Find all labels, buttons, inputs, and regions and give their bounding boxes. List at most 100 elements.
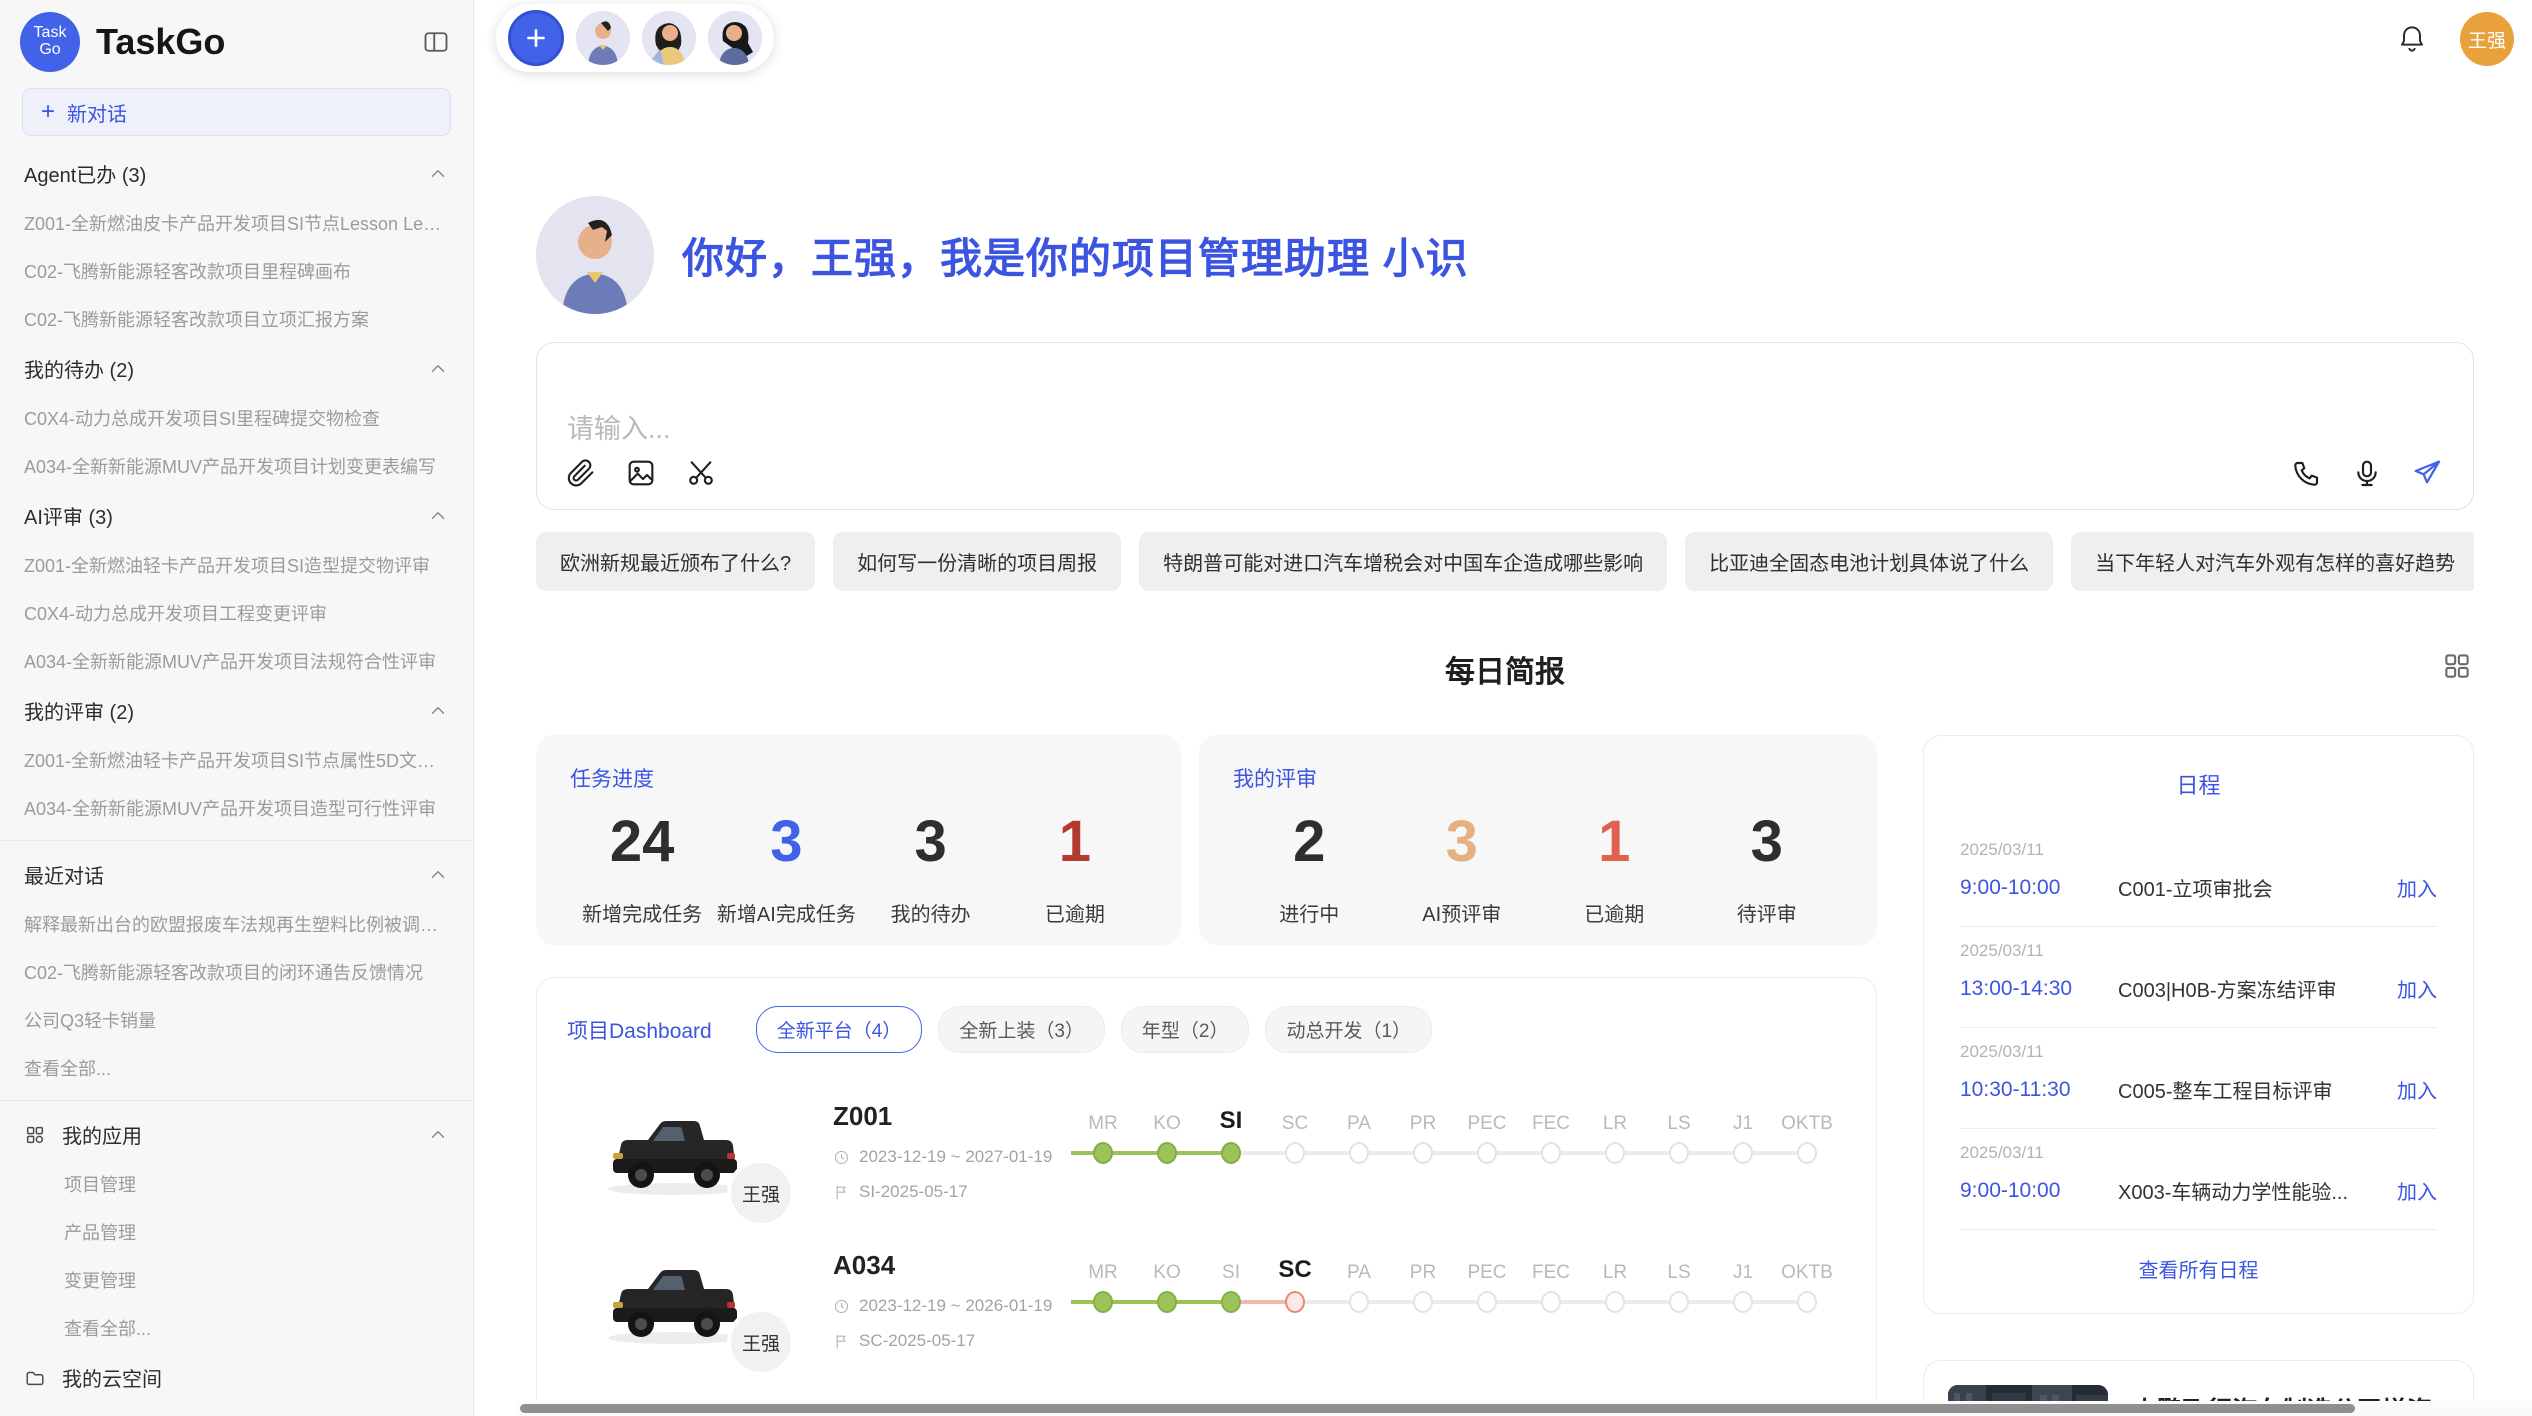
milestone-dot[interactable] (1093, 1142, 1113, 1164)
send-icon[interactable] (2411, 457, 2443, 489)
milestone-dot[interactable] (1093, 1291, 1113, 1313)
project-row[interactable]: 王强A0342023-12-19 ~ 2026-01-19SC-2025-05-… (567, 1250, 1846, 1351)
user-avatar[interactable]: 王强 (2460, 12, 2514, 66)
sidebar-task-item[interactable]: C02-飞腾新能源轻客改款项目里程碑画布 (0, 247, 473, 295)
stat-metric[interactable]: 3新增AI完成任务 (714, 809, 858, 927)
schedule-item[interactable]: 2025/03/119:00-10:00X003-车辆动力学性能验...加入 (1960, 1129, 2437, 1230)
dashboard-tab[interactable]: 动总开发（1） (1265, 1006, 1432, 1053)
milestone-dot[interactable] (1797, 1142, 1817, 1164)
sidebar-app-item[interactable]: 查看全部... (0, 1304, 473, 1352)
project-row[interactable]: 王强Z0012023-12-19 ~ 2027-01-19SI-2025-05-… (567, 1101, 1846, 1202)
image-upload-icon[interactable] (625, 457, 657, 489)
milestone-dot[interactable] (1221, 1291, 1241, 1313)
sidebar-section-header-recent[interactable]: 最近对话 (0, 849, 473, 900)
milestone-dot[interactable] (1669, 1291, 1689, 1313)
milestone[interactable]: LS (1647, 1103, 1711, 1165)
sidebar-task-item[interactable]: A034-全新新能源MUV产品开发项目计划变更表编写 (0, 442, 473, 490)
milestone-dot[interactable] (1605, 1291, 1625, 1313)
milestone[interactable]: MR (1071, 1252, 1135, 1314)
stat-metric[interactable]: 3AI预评审 (1386, 809, 1539, 927)
milestone[interactable]: SC (1263, 1252, 1327, 1314)
attachment-icon[interactable] (565, 457, 597, 489)
sidebar-section-header[interactable]: 我的评审 (2) (0, 685, 473, 736)
milestone-dot[interactable] (1541, 1142, 1561, 1164)
sidebar-task-item[interactable]: A034-全新新能源MUV产品开发项目造型可行性评审 (0, 784, 473, 832)
sidebar-task-item[interactable]: A034-全新新能源MUV产品开发项目法规符合性评审 (0, 637, 473, 685)
sidebar-recent-item[interactable]: 公司Q3轻卡销量 (0, 996, 473, 1044)
milestone[interactable]: OKTB (1775, 1252, 1839, 1314)
milestone[interactable]: LR (1583, 1103, 1647, 1165)
sidebar-recent-item[interactable]: 查看全部... (0, 1044, 473, 1092)
milestone[interactable]: KO (1135, 1103, 1199, 1165)
milestone[interactable]: PA (1327, 1103, 1391, 1165)
join-meeting-link[interactable]: 加入 (2397, 974, 2437, 1003)
milestone[interactable]: MR (1071, 1103, 1135, 1165)
add-agent-button[interactable] (508, 10, 564, 66)
milestone[interactable]: PEC (1455, 1252, 1519, 1314)
notifications-button[interactable] (2396, 22, 2430, 56)
screenshot-scissors-icon[interactable] (685, 457, 717, 489)
chat-input-box[interactable]: 请输入... (536, 342, 2474, 510)
schedule-item[interactable]: 2025/03/119:00-10:00C001-立项审批会加入 (1960, 826, 2437, 927)
milestone-dot[interactable] (1413, 1142, 1433, 1164)
dashboard-tab[interactable]: 全新上装（3） (938, 1006, 1105, 1053)
sidebar-collapse-button[interactable] (419, 25, 453, 59)
milestone-dot[interactable] (1349, 1142, 1369, 1164)
stat-metric[interactable]: 2进行中 (1233, 809, 1386, 927)
sidebar-item-my-apps[interactable]: 我的应用 (0, 1109, 473, 1160)
stat-metric[interactable]: 1已逾期 (1538, 809, 1691, 927)
dashboard-tab[interactable]: 全新平台（4） (756, 1006, 923, 1053)
new-chat-button[interactable]: + 新对话 (22, 88, 451, 136)
milestone-dot[interactable] (1413, 1291, 1433, 1313)
suggestion-chip[interactable]: 特朗普可能对进口汽车增税会对中国车企造成哪些影响 (1139, 532, 1667, 591)
microphone-icon[interactable] (2351, 457, 2383, 489)
voice-call-icon[interactable] (2291, 457, 2323, 489)
milestone[interactable]: SC (1263, 1103, 1327, 1165)
sidebar-app-item[interactable]: 产品管理 (0, 1208, 473, 1256)
milestone-dot[interactable] (1477, 1291, 1497, 1313)
sidebar-app-item[interactable]: 变更管理 (0, 1256, 473, 1304)
sidebar-task-item[interactable]: Z001-全新燃油皮卡产品开发项目SI节点Lesson Learn报告 (0, 199, 473, 247)
milestone[interactable]: PR (1391, 1103, 1455, 1165)
sidebar-section-header[interactable]: 我的待办 (2) (0, 343, 473, 394)
schedule-item[interactable]: 2025/03/1113:00-14:30C003|H0B-方案冻结评审加入 (1960, 927, 2437, 1028)
join-meeting-link[interactable]: 加入 (2397, 873, 2437, 902)
view-all-schedule-link[interactable]: 查看所有日程 (1960, 1230, 2437, 1297)
milestone[interactable]: PA (1327, 1252, 1391, 1314)
milestone[interactable]: LR (1583, 1252, 1647, 1314)
milestone[interactable]: SI (1199, 1252, 1263, 1314)
milestone-dot[interactable] (1477, 1142, 1497, 1164)
milestone[interactable]: SI (1199, 1103, 1263, 1165)
milestone[interactable]: J1 (1711, 1103, 1775, 1165)
milestone-dot[interactable] (1157, 1291, 1177, 1313)
milestone[interactable]: LS (1647, 1252, 1711, 1314)
horizontal-scrollbar-thumb[interactable] (520, 1404, 2355, 1413)
join-meeting-link[interactable]: 加入 (2397, 1176, 2437, 1205)
sidebar-section-header[interactable]: Agent已办 (3) (0, 148, 473, 199)
schedule-item[interactable]: 2025/03/1110:30-11:30C005-整车工程目标评审加入 (1960, 1028, 2437, 1129)
suggestion-chip[interactable]: 比亚迪全固态电池计划具体说了什么 (1685, 532, 2053, 591)
milestone-dot[interactable] (1541, 1291, 1561, 1313)
sidebar-task-item[interactable]: C0X4-动力总成开发项目工程变更评审 (0, 589, 473, 637)
sidebar-recent-item[interactable]: 解释最新出台的欧盟报废车法规再生塑料比例被调至15%... (0, 900, 473, 948)
milestone-dot[interactable] (1349, 1291, 1369, 1313)
milestone-dot[interactable] (1221, 1142, 1241, 1164)
milestone-dot[interactable] (1733, 1142, 1753, 1164)
milestone-dot[interactable] (1669, 1142, 1689, 1164)
milestone-dot[interactable] (1285, 1291, 1305, 1313)
sidebar-task-item[interactable]: Z001-全新燃油轻卡产品开发项目SI节点属性5D文件评审 (0, 736, 473, 784)
agent-avatar-1[interactable] (576, 11, 630, 65)
sidebar-section-header[interactable]: AI评审 (3) (0, 490, 473, 541)
milestone-dot[interactable] (1605, 1142, 1625, 1164)
milestone[interactable]: FEC (1519, 1103, 1583, 1165)
milestone[interactable]: PR (1391, 1252, 1455, 1314)
milestone[interactable]: OKTB (1775, 1103, 1839, 1165)
agent-avatar-2[interactable] (642, 11, 696, 65)
milestone-dot[interactable] (1157, 1142, 1177, 1164)
suggestion-chip[interactable]: 当下年轻人对汽车外观有怎样的喜好趋势 (2071, 532, 2474, 591)
milestone-dot[interactable] (1797, 1291, 1817, 1313)
join-meeting-link[interactable]: 加入 (2397, 1075, 2437, 1104)
sidebar-app-item[interactable]: 项目管理 (0, 1160, 473, 1208)
sidebar-task-item[interactable]: C02-飞腾新能源轻客改款项目立项汇报方案 (0, 295, 473, 343)
agent-avatar-3[interactable] (708, 11, 762, 65)
